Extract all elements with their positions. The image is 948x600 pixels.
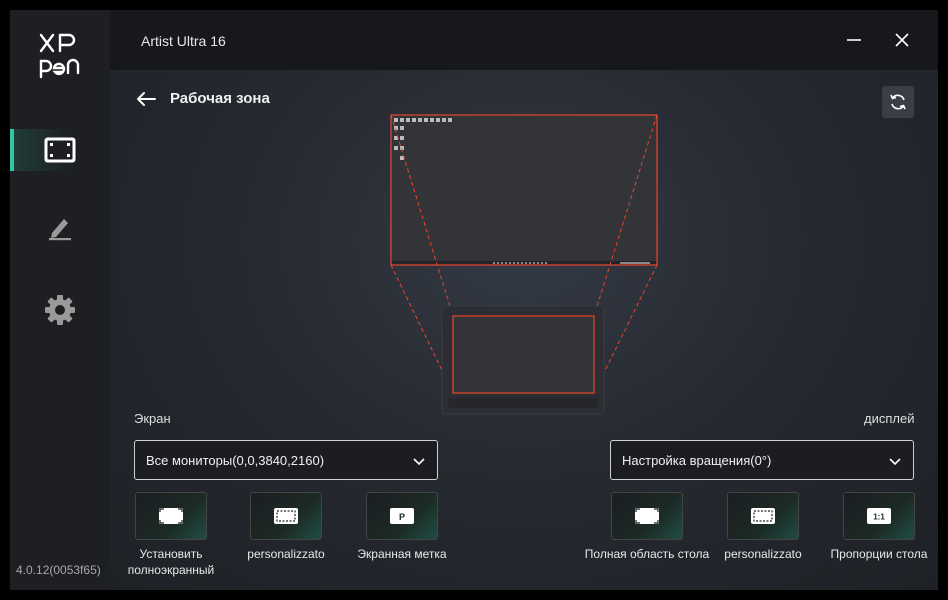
- screen-section-label: Экран: [134, 411, 171, 426]
- fullscreen-icon: [635, 508, 659, 524]
- sidebar-item-settings[interactable]: [10, 289, 110, 331]
- option-fullscreen-label: Установить полноэкранный: [127, 547, 215, 577]
- sidebar-item-pen[interactable]: [10, 207, 110, 249]
- mapping-preview: [390, 114, 658, 415]
- option-custom-screen-label: personalizzato: [247, 547, 325, 561]
- svg-text:P: P: [399, 512, 405, 522]
- sidebar-item-work-area[interactable]: [10, 129, 110, 171]
- rotation-select[interactable]: Настройка вращения(0°): [610, 440, 914, 480]
- minimize-button[interactable]: [842, 28, 866, 52]
- option-full-tablet-area-label: Полная область стола: [584, 547, 710, 561]
- p-mark-icon: P: [390, 508, 414, 524]
- xppen-logo: [38, 32, 84, 80]
- arrow-left-icon[interactable]: [136, 91, 156, 107]
- close-button[interactable]: [890, 28, 914, 52]
- ratio-icon: 1:1: [867, 508, 891, 524]
- close-icon: [895, 33, 909, 47]
- monitor-select[interactable]: Все мониторы(0,0,3840,2160): [134, 440, 438, 480]
- custom-area-icon: [751, 508, 775, 524]
- option-screen-mark[interactable]: P Экранная метка: [337, 492, 467, 562]
- refresh-icon: [890, 94, 906, 110]
- chevron-down-icon: [413, 458, 425, 466]
- app-title: Artist Ultra 16: [141, 33, 226, 49]
- page-title: Рабочая зона: [170, 90, 270, 107]
- main-panel: Рабочая зона Экран Все мониторы(0,0,3840…: [110, 10, 938, 590]
- rotation-select-value: Настройка вращения(0°): [622, 452, 772, 468]
- custom-area-icon: [274, 508, 298, 524]
- svg-text:1:1: 1:1: [873, 513, 885, 522]
- chevron-down-icon: [889, 458, 901, 466]
- tablet-preview: [441, 305, 605, 415]
- option-custom-tablet-label: personalizzato: [724, 547, 802, 561]
- option-custom-tablet[interactable]: personalizzato: [698, 492, 828, 562]
- version-label: 4.0.12(0053f65): [16, 563, 101, 577]
- sidebar: 4.0.12(0053f65): [10, 10, 110, 590]
- option-fullscreen[interactable]: Установить полноэкранный: [106, 492, 236, 578]
- app-window: 4.0.12(0053f65) Рабочая зона Экран Все м…: [10, 10, 938, 590]
- title-bar: Artist Ultra 16: [110, 10, 938, 70]
- refresh-button[interactable]: [882, 86, 914, 118]
- option-custom-screen[interactable]: personalizzato: [221, 492, 351, 562]
- display-section-label: дисплей: [864, 411, 915, 426]
- fullscreen-icon: [159, 508, 183, 524]
- minimize-icon: [847, 39, 861, 41]
- monitor-select-value: Все мониторы(0,0,3840,2160): [146, 452, 325, 468]
- screen-frame-icon: [44, 137, 76, 163]
- gear-icon: [45, 295, 75, 325]
- option-tablet-ratio[interactable]: 1:1 Пропорции стола: [814, 492, 938, 562]
- option-screen-mark-label: Экранная метка: [357, 547, 447, 561]
- option-full-tablet-area[interactable]: Полная область стола: [582, 492, 712, 562]
- option-tablet-ratio-label: Пропорции стола: [830, 547, 928, 561]
- pen-icon: [49, 219, 71, 241]
